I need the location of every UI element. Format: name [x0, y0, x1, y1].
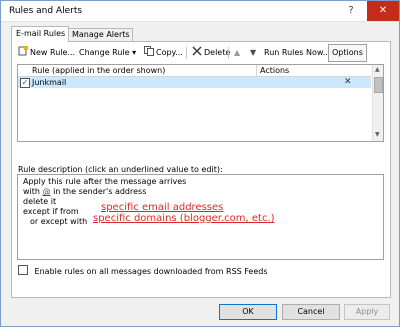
move-up-icon[interactable]: ▲ — [234, 46, 240, 60]
delete-x-icon — [192, 46, 202, 56]
rss-rules-option[interactable]: Enable rules on all messages downloaded … — [18, 264, 268, 276]
ok-button[interactable]: OK — [219, 304, 277, 320]
window-title: Rules and Alerts — [9, 6, 83, 16]
description-line: or except with — [30, 217, 88, 226]
close-button[interactable]: ✕ — [367, 1, 399, 21]
description-line: except if from — [23, 207, 79, 216]
change-rule-label: Change Rule — [79, 48, 130, 57]
column-divider — [256, 65, 257, 76]
copy-label: Copy... — [156, 48, 183, 57]
rules-toolbar: New Rule... Change Rule ▾ Copy... Delete… — [16, 44, 386, 62]
change-rule-button[interactable]: Change Rule ▾ — [79, 46, 136, 60]
tab-manage-alerts[interactable]: Manage Alerts — [67, 28, 133, 41]
rules-list-scrollbar[interactable]: ▲ ▼ — [372, 65, 383, 141]
column-header-actions[interactable]: Actions — [260, 66, 289, 75]
delete-button[interactable]: Delete — [192, 46, 230, 60]
sender-address-link[interactable]: @ — [43, 187, 51, 196]
scroll-thumb[interactable] — [374, 77, 383, 93]
chevron-down-icon: ▾ — [132, 48, 137, 57]
cancel-button[interactable]: Cancel — [282, 304, 340, 320]
rules-list-header: Rule (applied in the order shown) Action… — [18, 65, 371, 77]
delete-label: Delete — [204, 48, 231, 57]
email-rules-panel: New Rule... Change Rule ▾ Copy... Delete… — [11, 41, 391, 298]
scroll-down-icon[interactable]: ▼ — [375, 131, 380, 138]
description-line: Apply this rule after the message arrive… — [23, 177, 187, 186]
description-fragment: with — [23, 187, 40, 196]
title-bar: Rules and Alerts ? ✕ — [1, 1, 399, 22]
annotation-specific-domains: specific domains (blogger.com, etc.) — [93, 213, 275, 224]
move-down-icon[interactable]: ▼ — [250, 46, 256, 60]
toolbar-divider — [228, 47, 229, 59]
scroll-up-icon[interactable]: ▲ — [375, 66, 380, 73]
copy-button[interactable]: Copy... — [144, 46, 183, 60]
options-button[interactable]: Options — [328, 44, 367, 62]
copy-icon — [144, 46, 154, 56]
rule-row[interactable]: ✓ Junkmail ✕ — [18, 77, 371, 88]
tab-email-rules[interactable]: E-mail Rules — [11, 26, 69, 42]
new-rule-label: New Rule... — [30, 48, 76, 57]
run-rules-now-button[interactable]: Run Rules Now... — [264, 46, 330, 60]
rule-enabled-checkbox[interactable]: ✓ — [20, 78, 30, 88]
apply-button[interactable]: Apply — [344, 304, 390, 320]
column-header-rule[interactable]: Rule (applied in the order shown) — [32, 66, 165, 75]
rss-rules-label: Enable rules on all messages downloaded … — [34, 267, 268, 276]
description-fragment: in the sender's address — [53, 187, 147, 196]
description-line: with @ in the sender's address — [23, 187, 146, 196]
rules-and-alerts-dialog: Rules and Alerts ? ✕ E-mail Rules Manage… — [0, 0, 400, 327]
new-rule-icon — [18, 46, 28, 56]
annotation-specific-email-addresses: specific email addresses — [101, 202, 224, 213]
help-button[interactable]: ? — [335, 1, 367, 21]
delete-action-icon: ✕ — [344, 77, 352, 87]
rss-rules-checkbox[interactable] — [18, 265, 28, 275]
rule-name: Junkmail — [32, 78, 67, 87]
rule-description-label: Rule description (click an underlined va… — [18, 165, 223, 174]
toolbar-divider — [186, 47, 187, 59]
new-rule-button[interactable]: New Rule... — [18, 46, 75, 60]
rules-list: Rule (applied in the order shown) Action… — [17, 64, 384, 142]
rule-description-box: Apply this rule after the message arrive… — [17, 174, 384, 260]
description-line: delete it — [23, 197, 57, 206]
